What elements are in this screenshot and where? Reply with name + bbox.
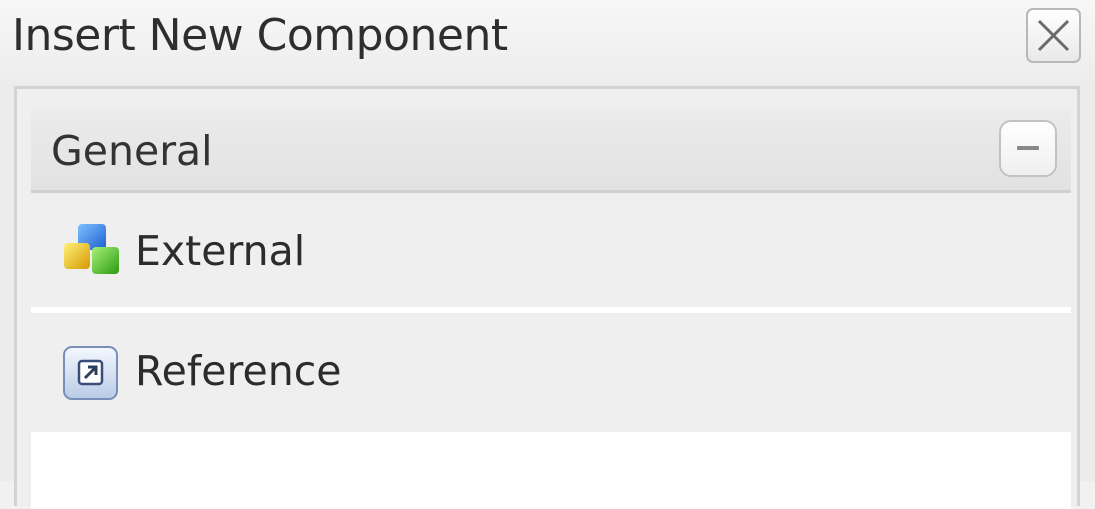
group-title: General	[51, 127, 213, 175]
cubes-icon	[64, 224, 119, 274]
minus-icon	[1017, 146, 1039, 150]
group-header[interactable]: General	[31, 109, 1071, 193]
component-label: Reference	[135, 347, 342, 395]
component-item-reference[interactable]: Reference	[31, 313, 1071, 432]
close-icon	[1037, 19, 1070, 52]
general-group: General External Reference	[31, 109, 1071, 509]
insert-component-dialog: Insert New Component General External Re…	[0, 0, 1095, 509]
collapse-button[interactable]	[999, 120, 1057, 177]
reference-arrow-icon	[63, 346, 118, 400]
component-label: External	[135, 227, 306, 275]
dialog-title: Insert New Component	[12, 10, 508, 61]
close-button[interactable]	[1026, 8, 1081, 63]
component-item-external[interactable]: External	[31, 193, 1071, 310]
component-list-frame: General External Reference	[14, 86, 1080, 509]
